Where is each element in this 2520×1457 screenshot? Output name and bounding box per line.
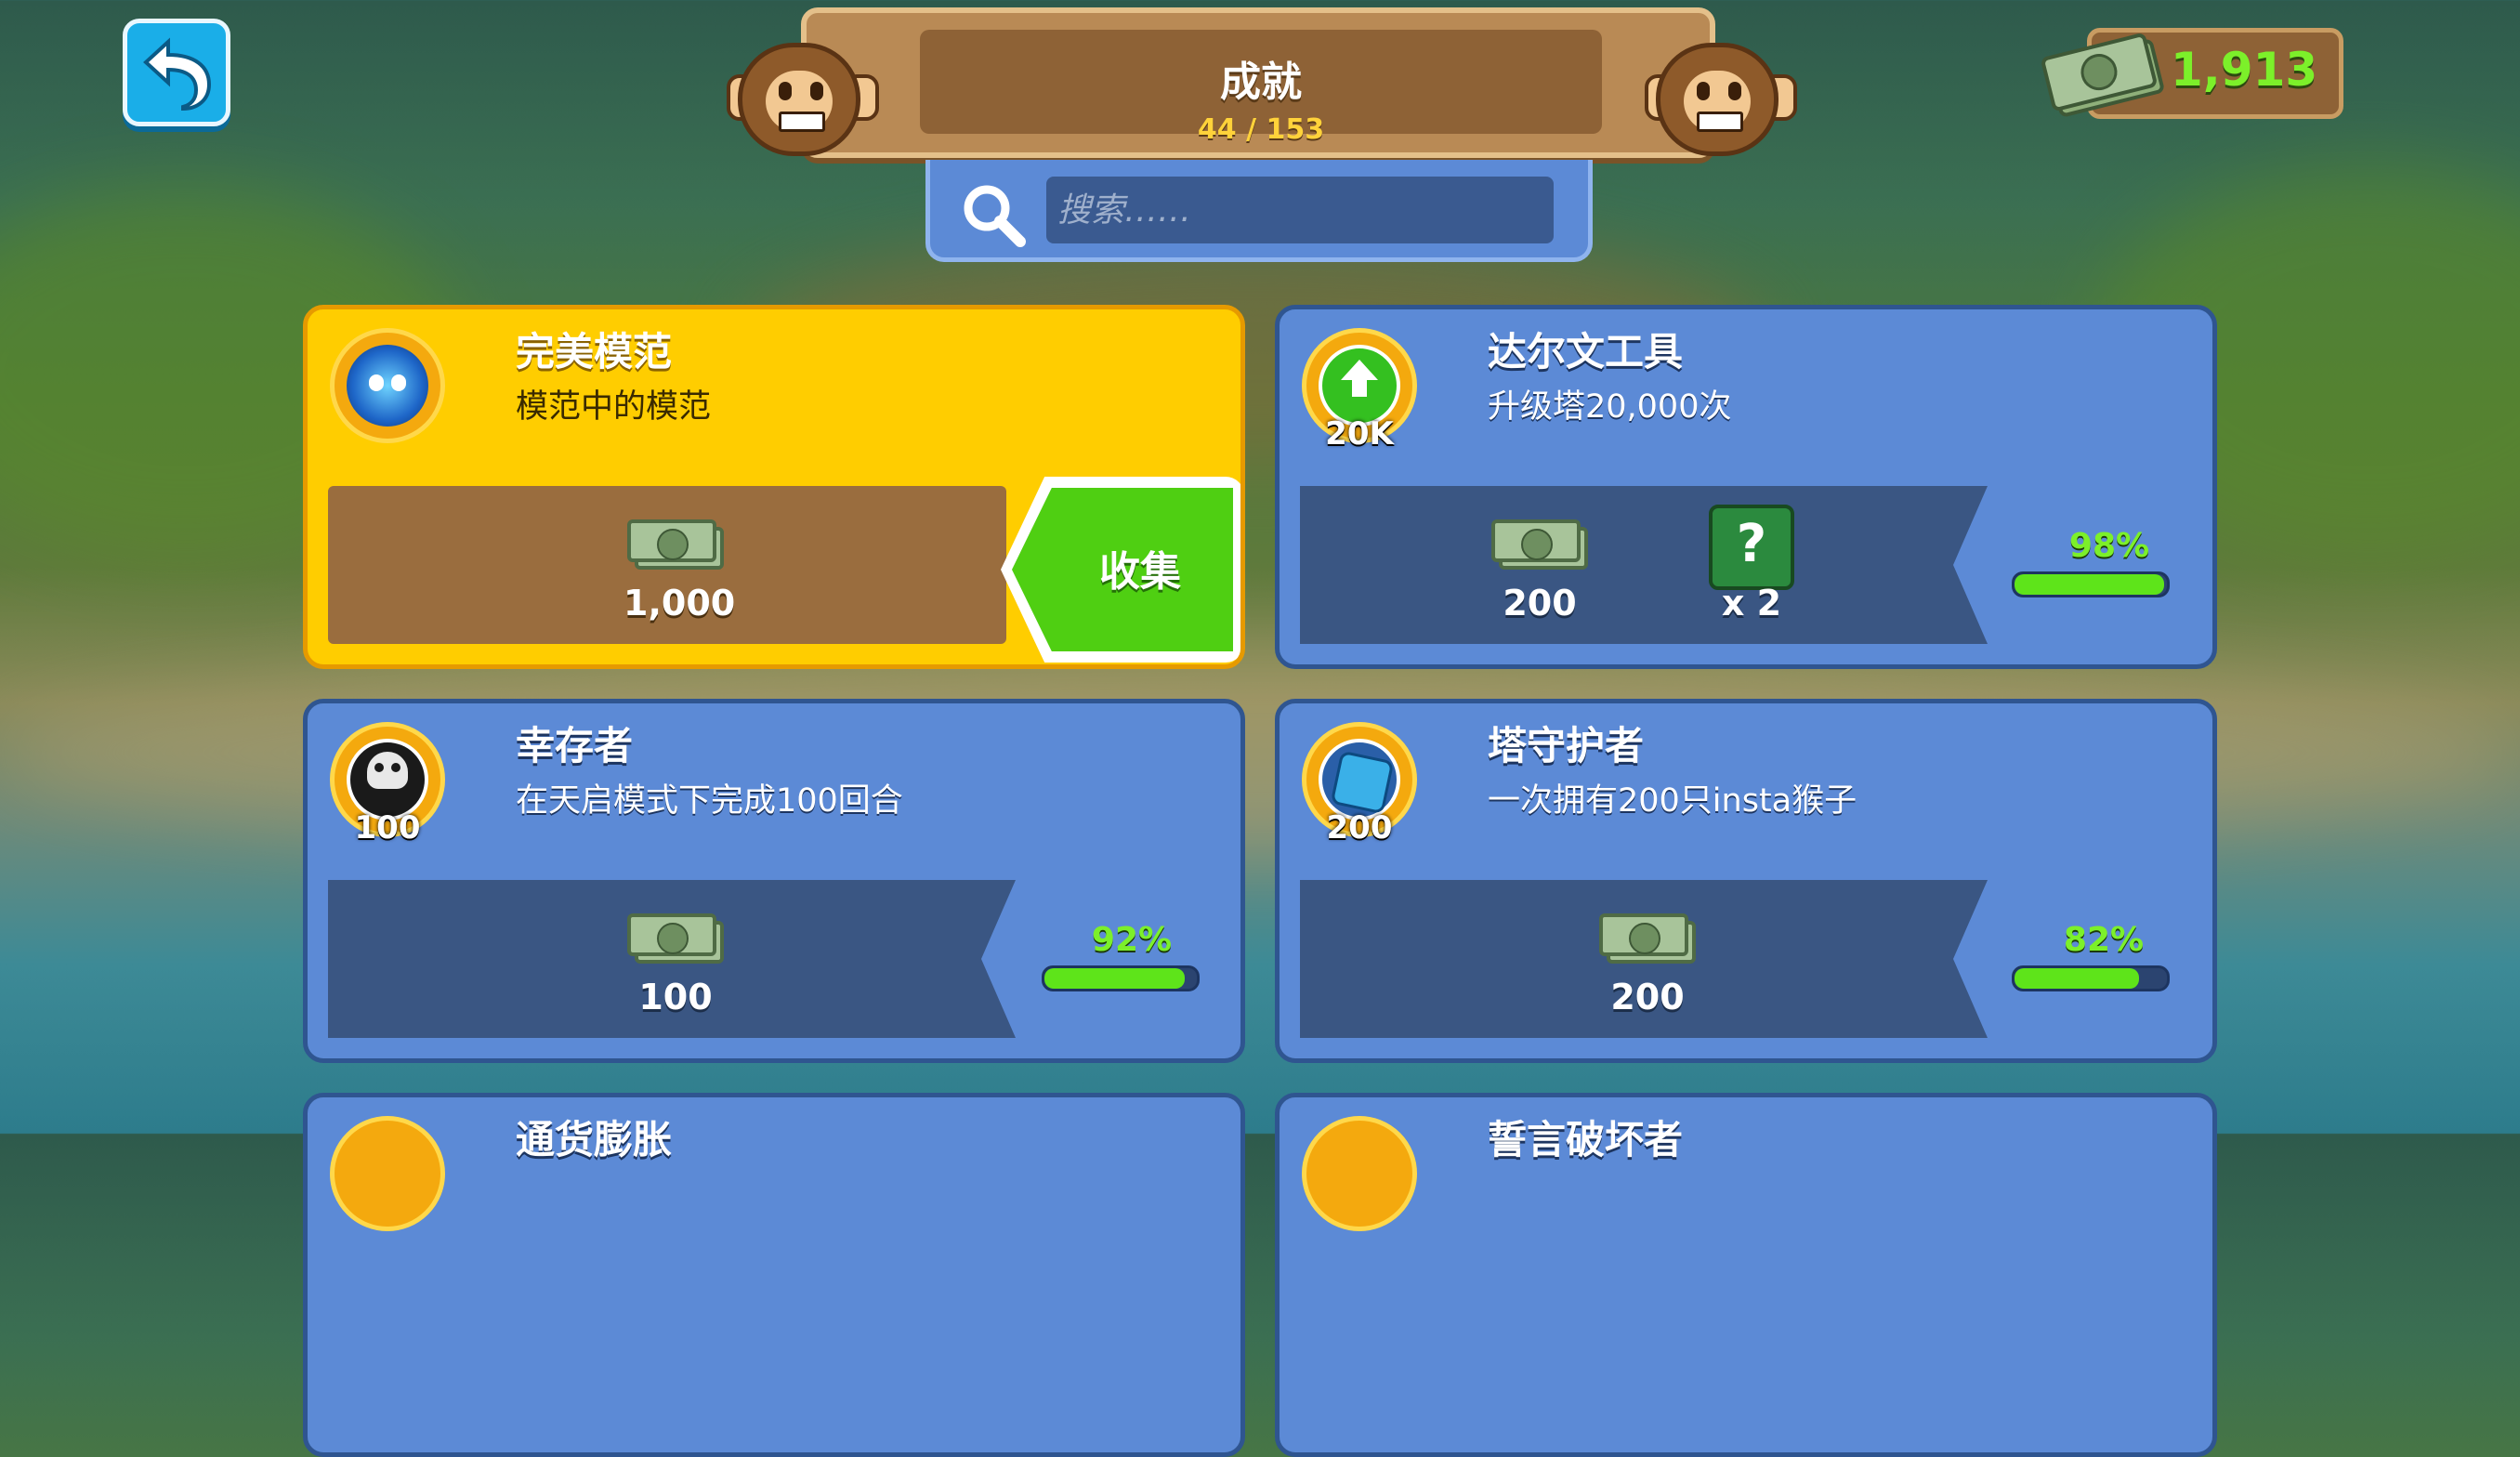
- collect-label: 收集: [1099, 548, 1181, 596]
- reward-panel: [1300, 486, 1988, 644]
- upgrade-arrow-medal-icon: 20K: [1302, 328, 1417, 453]
- skull-medal-icon: 100: [330, 722, 445, 847]
- cash-icon: [627, 519, 724, 575]
- achievement-name: 誓言破坏者: [1488, 1117, 1684, 1162]
- achievement-name: 塔守护者: [1488, 723, 1645, 768]
- progress-percent: 98%: [2068, 527, 2150, 565]
- progress-bar: [2012, 571, 2170, 597]
- progress-fill: [2015, 968, 2140, 989]
- monkey-head-icon: [1643, 30, 1797, 169]
- mystery-reward-icon: ?: [1709, 505, 1794, 590]
- achievement-name: 幸存者: [516, 723, 634, 768]
- achievement-card[interactable]: 100 幸存者 在天启模式下完成100回合 100 92%: [303, 699, 1245, 1063]
- achievement-card[interactable]: 通货膨胀: [303, 1093, 1245, 1457]
- extra-reward-count: x 2: [1721, 583, 1782, 623]
- progress-percent: 82%: [2063, 921, 2145, 959]
- achievement-name: 完美模范: [516, 329, 673, 374]
- monkey-head-icon: [725, 30, 879, 169]
- achievement-card[interactable]: 誓言破坏者: [1275, 1093, 2217, 1457]
- back-arrow-icon: [143, 37, 212, 112]
- back-button[interactable]: [123, 19, 230, 126]
- cash-icon: [1491, 519, 1588, 575]
- achievement-description: 在天启模式下完成100回合: [516, 782, 903, 820]
- search-input[interactable]: [1046, 177, 1554, 243]
- perfect-monkey-medal-icon: [330, 328, 445, 443]
- cash-icon: [627, 913, 724, 969]
- progress-bar: [2012, 965, 2170, 991]
- progress-fill: [2015, 574, 2164, 595]
- search-icon: [964, 185, 1026, 247]
- badge-label: 200: [1326, 809, 1393, 847]
- insta-monkey-medal-icon: 200: [1302, 722, 1417, 847]
- progress-bar: [1042, 965, 1200, 991]
- achievement-card[interactable]: 200 塔守护者 一次拥有200只insta猴子 200 82%: [1275, 699, 2217, 1063]
- achievement-name: 通货膨胀: [516, 1117, 673, 1162]
- reward-amount: 1,000: [623, 583, 736, 623]
- badge-label: 20K: [1325, 415, 1394, 453]
- achievement-name: 达尔文工具: [1488, 329, 1684, 374]
- cash-amount: 1,913: [2171, 43, 2318, 97]
- achievement-description: 一次拥有200只insta猴子: [1488, 782, 1857, 820]
- reward-amount: 100: [638, 977, 713, 1017]
- page-title: 成就: [1220, 59, 1302, 106]
- cash-stack-icon: [2041, 33, 2164, 117]
- achievement-description: 模范中的模范: [516, 388, 712, 426]
- collect-button[interactable]: 收集: [1001, 477, 1240, 663]
- achievement-card[interactable]: 20K 达尔文工具 升级塔20,000次 200 ? x 2 98%: [1275, 305, 2217, 669]
- progress-fill: [1044, 968, 1185, 989]
- cash-icon: [1599, 913, 1696, 969]
- achievement-description: 升级塔20,000次: [1488, 388, 1732, 426]
- reward-amount: 200: [1503, 583, 1577, 623]
- achievement-count: 44 / 153: [1197, 113, 1325, 146]
- reward-amount: 200: [1610, 977, 1685, 1017]
- achievement-card[interactable]: 完美模范 模范中的模范 1,000 收集: [303, 305, 1245, 669]
- badge-label: 100: [354, 809, 421, 847]
- progress-percent: 92%: [1091, 921, 1173, 959]
